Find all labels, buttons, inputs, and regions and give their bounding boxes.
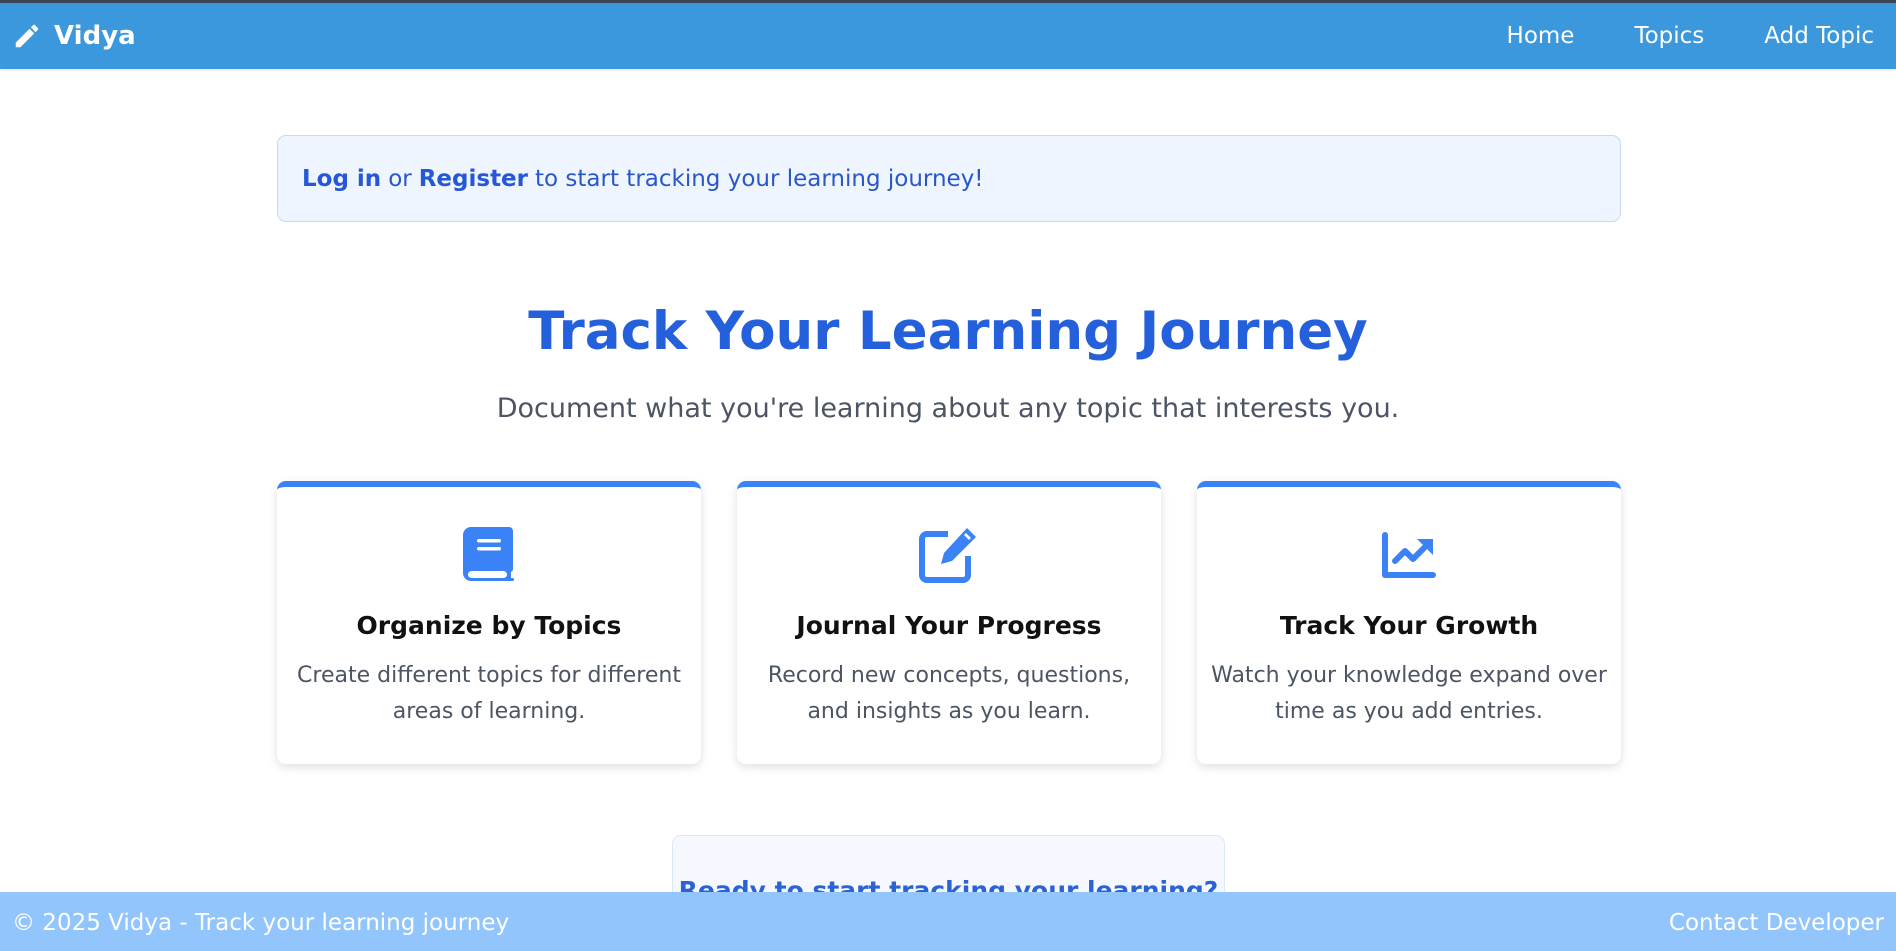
nav-link-home[interactable]: Home	[1507, 23, 1575, 49]
feature-description: Record new concepts, questions, and insi…	[767, 663, 1131, 724]
brand-name: Vidya	[54, 21, 136, 51]
login-alert: Log in or Register to start tracking you…	[277, 135, 1621, 222]
feature-title: Organize by Topics	[356, 611, 622, 640]
feature-description: Create different topics for different ar…	[297, 663, 681, 724]
edit-icon	[917, 523, 981, 587]
contact-developer-link[interactable]: Contact Developer	[1669, 910, 1884, 936]
app-root: Vidya Home Topics Add Topic Log in or Re…	[0, 0, 1896, 951]
feature-card-growth: Track Your Growth Watch your knowledge e…	[1197, 481, 1621, 764]
top-navbar: Vidya Home Topics Add Topic	[0, 3, 1896, 69]
hero-subtitle: Document what you're learning about any …	[496, 393, 1400, 424]
nav-link-add-topic[interactable]: Add Topic	[1764, 23, 1874, 49]
login-link[interactable]: Log in	[302, 166, 381, 192]
feature-title: Track Your Growth	[1279, 611, 1539, 640]
feature-card-journal: Journal Your Progress Record new concept…	[737, 481, 1161, 764]
nav-link-topics[interactable]: Topics	[1634, 23, 1704, 49]
alert-or-text: or	[388, 165, 412, 192]
register-link[interactable]: Register	[419, 166, 528, 192]
footer-copyright: © 2025 Vidya - Track your learning journ…	[12, 910, 510, 936]
feature-title: Journal Your Progress	[796, 611, 1102, 640]
feature-card-topics: Organize by Topics Create different topi…	[277, 481, 701, 764]
book-icon	[457, 523, 521, 587]
feature-description: Watch your knowledge expand over time as…	[1211, 663, 1607, 724]
feature-cards: Organize by Topics Create different topi…	[277, 481, 1621, 764]
chart-line-icon	[1377, 523, 1441, 587]
brand-link[interactable]: Vidya	[12, 21, 136, 51]
pencil-icon	[12, 21, 42, 51]
hero-title: Track Your Learning Journey	[528, 301, 1368, 362]
nav-links: Home Topics Add Topic	[1507, 23, 1874, 49]
footer: © 2025 Vidya - Track your learning journ…	[0, 892, 1896, 951]
alert-message: to start tracking your learning journey!	[535, 165, 984, 192]
